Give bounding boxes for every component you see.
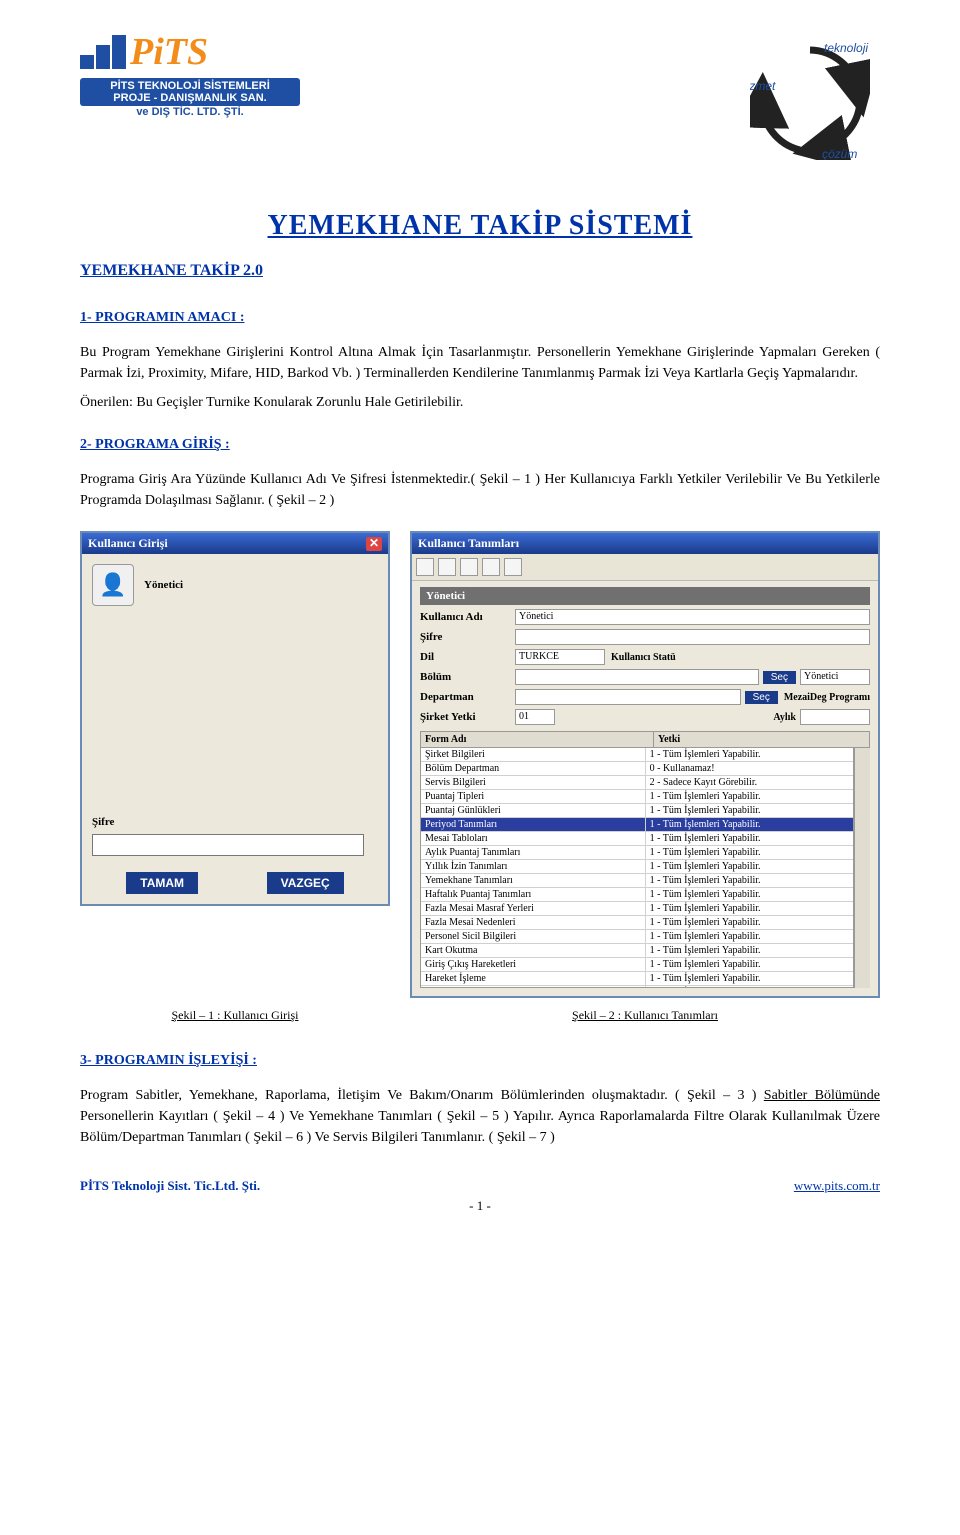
close-icon[interactable]: ✕ (366, 537, 382, 551)
svg-text:PiTS: PiTS (130, 31, 208, 73)
perm-row[interactable]: Puantaj Günlükleri1 - Tüm İşlemleri Yapa… (421, 804, 853, 818)
perm-row[interactable]: Yemekhane Tanımları1 - Tüm İşlemleri Yap… (421, 874, 853, 888)
figure1-title: Kullanıcı Girişi (88, 536, 168, 551)
perm-row[interactable]: Hareket Geri Alma1 - Tüm İşlemleri Yapab… (421, 986, 853, 988)
highlight-text: Sabitler Bölümünde (764, 1088, 880, 1103)
select-button[interactable]: Seç (763, 671, 796, 684)
ok-button[interactable]: TAMAM (126, 872, 198, 894)
password-field[interactable] (515, 629, 870, 645)
toolbar-btn[interactable] (416, 558, 434, 576)
section1-para1: Bu Program Yemekhane Girişlerini Kontrol… (80, 342, 880, 384)
label: Bölüm (420, 671, 515, 683)
perm-row[interactable]: Fazla Mesai Masraf Yerleri1 - Tüm İşleml… (421, 902, 853, 916)
section1-heading: 1- PROGRAMIN AMACI : (80, 310, 880, 326)
company-line2: ve DIŞ TİC. LTD. ŞTİ. (80, 106, 300, 118)
label: MezaiDeg Programı (784, 692, 870, 703)
toolbar-btn[interactable] (504, 558, 522, 576)
logo-left: PiTS PİTS TEKNOLOJİ SİSTEMLERİ PROJE - D… (80, 30, 300, 118)
department-field[interactable] (515, 669, 759, 685)
perm-row[interactable]: Hareket İşleme1 - Tüm İşlemleri Yapabili… (421, 972, 853, 986)
label: Departman (420, 691, 515, 703)
department-field2[interactable] (515, 689, 741, 705)
perm-row[interactable]: Periyod Tanımları1 - Tüm İşlemleri Yapab… (421, 818, 853, 832)
avatar-icon: 👤 (92, 564, 134, 606)
figure2-title: Kullanıcı Tanımları (418, 536, 519, 551)
caption-fig1: Şekil – 1 : Kullanıcı Girişi (80, 1008, 390, 1023)
toolbar-btn[interactable] (482, 558, 500, 576)
password-input[interactable] (92, 834, 364, 856)
perm-row[interactable]: Şirket Bilgileri1 - Tüm İşlemleri Yapabi… (421, 748, 853, 762)
logo-right: teknoloji hizmet çözüm (720, 30, 880, 170)
logo-bars-icon (80, 35, 126, 69)
toolbar-btn[interactable] (438, 558, 456, 576)
svg-text:çözüm: çözüm (822, 147, 857, 160)
section3-heading: 3- PROGRAMIN İŞLEYİŞİ : (80, 1053, 880, 1069)
svg-text:hizmet: hizmet (750, 79, 776, 93)
perm-head-form: Form Adı (421, 732, 654, 747)
perm-row[interactable]: Personel Sicil Bilgileri1 - Tüm İşlemler… (421, 930, 853, 944)
cancel-button[interactable]: VAZGEÇ (267, 872, 344, 894)
section1-para2: Önerilen: Bu Geçişler Turnike Konularak … (80, 392, 880, 413)
label: Şirket Yetki (420, 711, 515, 723)
monthly-field[interactable] (800, 709, 870, 725)
username-field[interactable]: Yönetici (515, 609, 870, 625)
doc-title: YEMEKHANE TAKİP SİSTEMİ (80, 210, 880, 242)
caption-fig2: Şekil – 2 : Kullanıcı Tanımları (410, 1008, 880, 1023)
figure2-toolbar (412, 554, 878, 581)
label: Şifre (420, 631, 515, 643)
figure2-userdef-window: Kullanıcı Tanımları Yönetici Kullanıcı A… (410, 531, 880, 998)
perm-head-yetki: Yetki (654, 732, 869, 747)
toolbar-btn[interactable] (460, 558, 478, 576)
permissions-table: Form Adı Yetki Şirket Bilgileri1 - Tüm İ… (420, 731, 870, 988)
language-select[interactable]: TURKCE (515, 649, 605, 665)
login-username[interactable]: Yönetici (144, 579, 183, 591)
company-line1: PİTS TEKNOLOJİ SİSTEMLERİ PROJE - DANIŞM… (80, 78, 300, 106)
group-header: Yönetici (420, 587, 870, 605)
label: Dil (420, 651, 515, 663)
perm-row[interactable]: Giriş Çıkış Hareketleri1 - Tüm İşlemleri… (421, 958, 853, 972)
footer-url[interactable]: www.pits.com.tr (794, 1178, 880, 1194)
perm-row[interactable]: Yıllık İzin Tanımları1 - Tüm İşlemleri Y… (421, 860, 853, 874)
label: Aylık (773, 712, 796, 723)
scrollbar[interactable] (854, 748, 870, 988)
label: Kullanıcı Statü (611, 652, 676, 663)
perm-row[interactable]: Puantaj Tipleri1 - Tüm İşlemleri Yapabil… (421, 790, 853, 804)
section2-para: Programa Giriş Ara Yüzünde Kullanıcı Adı… (80, 469, 880, 511)
cycle-arrows-icon: teknoloji hizmet çözüm (750, 40, 870, 160)
select-button[interactable]: Seç (745, 691, 778, 704)
perm-row[interactable]: Servis Bilgileri2 - Sadece Kayıt Görebil… (421, 776, 853, 790)
perm-row[interactable]: Bölüm Departman0 - Kullanamaz! (421, 762, 853, 776)
perm-row[interactable]: Mesai Tabloları1 - Tüm İşlemleri Yapabil… (421, 832, 853, 846)
label: Kullanıcı Adı (420, 611, 515, 623)
perm-row[interactable]: Haftalık Puantaj Tanımları1 - Tüm İşleml… (421, 888, 853, 902)
perm-row[interactable]: Fazla Mesai Nedenleri1 - Tüm İşlemleri Y… (421, 916, 853, 930)
perm-row[interactable]: Aylık Puantaj Tanımları1 - Tüm İşlemleri… (421, 846, 853, 860)
page-number: - 1 - (80, 1198, 880, 1214)
page-header: PiTS PİTS TEKNOLOJİ SİSTEMLERİ PROJE - D… (80, 30, 880, 170)
footer-company: PİTS Teknoloji Sist. Tic.Ltd. Şti. (80, 1178, 260, 1194)
figure2-titlebar: Kullanıcı Tanımları (412, 533, 878, 554)
section2-heading: 2- PROGRAMA GİRİŞ : (80, 437, 880, 453)
perm-row[interactable]: Kart Okutma1 - Tüm İşlemleri Yapabilir. (421, 944, 853, 958)
doc-subtitle: YEMEKHANE TAKİP 2.0 (80, 262, 880, 280)
status-field[interactable]: Yönetici (800, 669, 870, 685)
page-footer: PİTS Teknoloji Sist. Tic.Ltd. Şti. www.p… (80, 1178, 880, 1194)
figure1-login-window: Kullanıcı Girişi ✕ 👤 Yönetici Şifre TAMA… (80, 531, 390, 906)
company-field[interactable]: 01 (515, 709, 555, 725)
figure1-titlebar: Kullanıcı Girişi ✕ (82, 533, 388, 554)
pits-wordmark-icon: PiTS (130, 30, 300, 74)
svg-text:teknoloji: teknoloji (824, 41, 868, 55)
password-label: Şifre (92, 816, 378, 828)
section3-para: Program Sabitler, Yemekhane, Raporlama, … (80, 1085, 880, 1148)
